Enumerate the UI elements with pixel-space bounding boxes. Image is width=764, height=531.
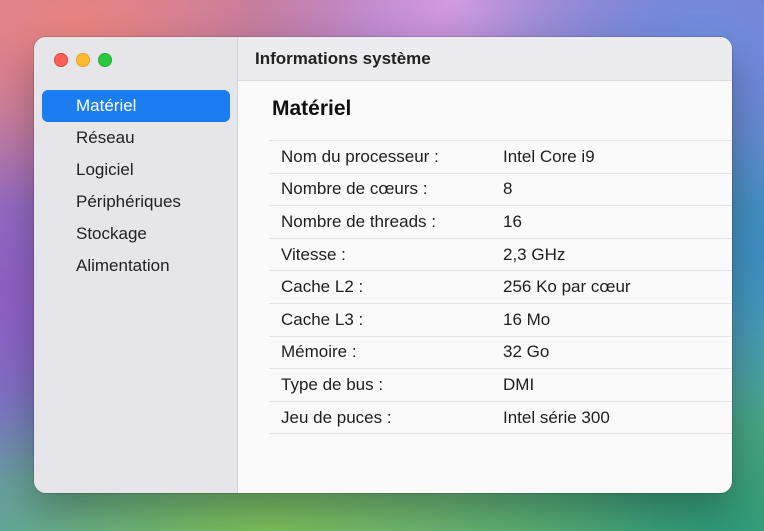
window-controls: [54, 53, 112, 67]
row-value: Intel série 300: [503, 407, 610, 427]
row-label: Cache L2 :: [281, 277, 364, 297]
table-row: Vitesse : 2,3 GHz: [269, 239, 732, 272]
close-window-button[interactable]: [54, 53, 68, 67]
sidebar: Matériel Réseau Logiciel Périphériques S…: [34, 37, 238, 493]
sidebar-item-reseau[interactable]: Réseau: [42, 122, 230, 154]
sidebar-item-alimentation[interactable]: Alimentation: [42, 250, 230, 282]
table-row: Jeu de puces : Intel série 300: [269, 402, 732, 435]
row-label: Nombre de cœurs :: [281, 179, 428, 199]
row-value: Intel Core i9: [503, 146, 595, 166]
sidebar-item-peripheriques[interactable]: Périphériques: [42, 186, 230, 218]
table-row: Mémoire : 32 Go: [269, 337, 732, 370]
main-panel: Informations système Matériel Nom du pro…: [238, 37, 732, 493]
row-value: 8: [503, 179, 513, 199]
sidebar-item-logiciel[interactable]: Logiciel: [42, 154, 230, 186]
table-row: Nombre de cœurs : 8: [269, 174, 732, 207]
row-label: Nombre de threads :: [281, 211, 436, 231]
table-row: Nom du processeur : Intel Core i9: [269, 141, 732, 174]
row-label: Type de bus :: [281, 374, 384, 394]
system-information-window: Matériel Réseau Logiciel Périphériques S…: [34, 37, 732, 493]
minimize-window-button[interactable]: [76, 53, 90, 67]
sidebar-list: Matériel Réseau Logiciel Périphériques S…: [42, 90, 230, 282]
row-value: 32 Go: [503, 342, 550, 362]
window-title: Informations système: [238, 37, 732, 81]
row-label: Cache L3 :: [281, 309, 364, 329]
hardware-info-table: Nom du processeur : Intel Core i9 Nombre…: [269, 140, 732, 435]
row-value: DMI: [503, 374, 535, 394]
section-title: Matériel: [272, 97, 352, 120]
sidebar-item-materiel[interactable]: Matériel: [42, 90, 230, 122]
row-label: Jeu de puces :: [281, 407, 392, 427]
row-value: 16: [503, 211, 522, 231]
table-row: Cache L3 : 16 Mo: [269, 304, 732, 337]
row-value: 16 Mo: [503, 309, 551, 329]
row-label: Mémoire :: [281, 342, 357, 362]
row-label: Nom du processeur :: [281, 146, 439, 166]
table-row: Cache L2 : 256 Ko par cœur: [269, 271, 732, 304]
sidebar-item-stockage[interactable]: Stockage: [42, 218, 230, 250]
row-value: 256 Ko par cœur: [503, 277, 631, 297]
row-label: Vitesse :: [281, 244, 346, 264]
zoom-window-button[interactable]: [98, 53, 112, 67]
table-row: Nombre de threads : 16: [269, 206, 732, 239]
row-value: 2,3 GHz: [503, 244, 566, 264]
table-row: Type de bus : DMI: [269, 369, 732, 402]
